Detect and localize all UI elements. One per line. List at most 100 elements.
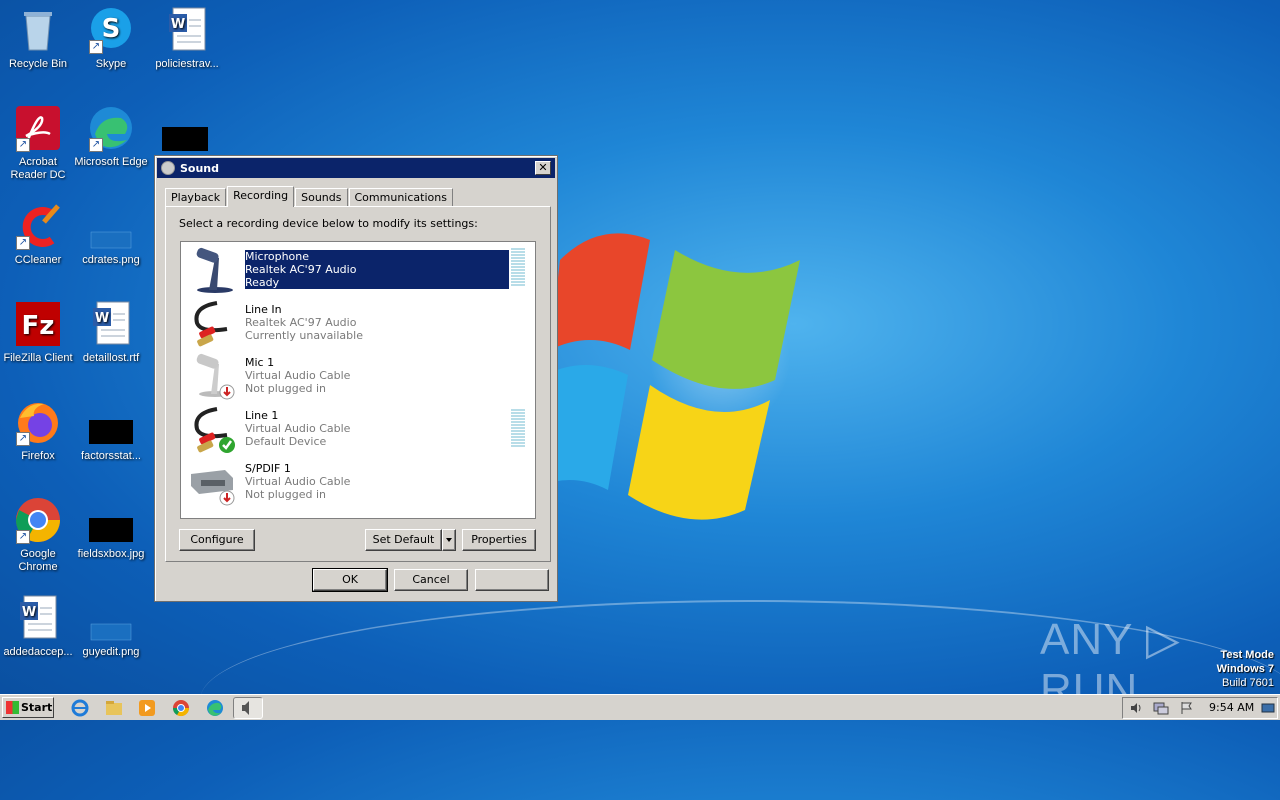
desktop-icon-cdrates[interactable]: cdrates.png <box>73 202 149 267</box>
tab-sounds[interactable]: Sounds <box>295 188 348 206</box>
device-driver: Virtual Audio Cable <box>245 422 351 435</box>
desktop-icon-label: policiestrav... <box>155 58 219 70</box>
volume-icon[interactable] <box>1129 701 1143 715</box>
device-text: Microphone Realtek AC'97 Audio Ready <box>245 250 509 289</box>
word-doc-icon: W <box>14 594 62 642</box>
chrome-icon: ↗ <box>14 496 62 544</box>
shortcut-arrow-icon: ↗ <box>89 40 103 54</box>
speaker-icon <box>161 161 175 175</box>
network-icon[interactable] <box>1153 701 1169 715</box>
desktop-icon-label: detaillost.rtf <box>82 352 140 364</box>
desktop-icon-guyedit[interactable]: guyedit.png <box>73 594 149 659</box>
device-text: Line In Realtek AC'97 Audio Currently un… <box>245 303 363 342</box>
properties-button[interactable]: Properties <box>462 529 536 551</box>
device-item-mic-1[interactable]: Mic 1 Virtual Audio Cable Not plugged in <box>183 350 533 403</box>
device-name: Mic 1 <box>245 356 275 369</box>
device-name: Microphone <box>245 250 310 263</box>
device-status: Not plugged in <box>245 488 327 501</box>
desktop-icon-label: FileZilla Client <box>3 352 73 364</box>
desktop-icon-filezilla[interactable]: Fz FileZilla Client <box>0 300 76 365</box>
action-center-flag-icon[interactable] <box>1179 701 1193 715</box>
show-desktop-icon[interactable] <box>1261 701 1275 715</box>
edge-icon: ↗ <box>87 104 135 152</box>
test-mode-line: Build 7601 <box>1222 677 1274 689</box>
tab-strip: Playback Recording Sounds Communications <box>165 186 454 207</box>
tab-communications[interactable]: Communications <box>348 188 453 206</box>
svg-text:Fz: Fz <box>22 311 55 341</box>
windows-logo <box>540 233 800 520</box>
set-default-dropdown-button[interactable] <box>442 529 456 551</box>
dialog-title: Sound <box>180 161 220 175</box>
level-meter <box>511 248 525 287</box>
internet-explorer-icon[interactable] <box>70 698 90 718</box>
desktop-icon-label: addedaccep... <box>3 646 73 658</box>
dialog-titlebar[interactable]: Sound ✕ <box>157 158 555 178</box>
chrome-icon[interactable] <box>171 698 191 718</box>
desktop-icon-recycle-bin[interactable]: Recycle Bin <box>0 6 76 71</box>
acrobat-icon: ↗ <box>14 104 62 152</box>
svg-text:W: W <box>95 311 109 326</box>
test-mode-text: Test Mode Windows 7 Build 7601 <box>1217 648 1274 690</box>
image-icon <box>87 594 135 642</box>
spdif-device-icon <box>191 470 235 506</box>
microphone-icon <box>196 247 233 293</box>
device-text: Line 1 Virtual Audio Cable Default Devic… <box>245 409 350 448</box>
desktop-icon-label: CCleaner <box>14 254 62 266</box>
device-status: Default Device <box>245 435 327 448</box>
desktop-icon-firefox[interactable]: ↗ Firefox <box>0 398 76 463</box>
firefox-icon: ↗ <box>14 398 62 446</box>
device-item-microphone[interactable]: Microphone Realtek AC'97 Audio Ready <box>183 244 533 297</box>
desktop-icon-ccleaner[interactable]: ↗ CCleaner <box>0 202 76 267</box>
desktop-icon-skype[interactable]: S ↗ Skype <box>73 6 149 71</box>
ok-button[interactable]: OK <box>312 568 388 592</box>
shortcut-arrow-icon: ↗ <box>16 236 30 250</box>
microphone-icon <box>196 353 235 400</box>
shortcut-arrow-icon: ↗ <box>89 138 103 152</box>
device-item-line-1[interactable]: Line 1 Virtual Audio Cable Default Devic… <box>183 403 533 456</box>
device-item-spdif-1[interactable]: S/PDIF 1 Virtual Audio Cable Not plugged… <box>183 456 533 509</box>
start-button[interactable]: Start <box>2 697 54 718</box>
device-item-line-in[interactable]: Line In Realtek AC'97 Audio Currently un… <box>183 297 533 350</box>
sound-taskbar-button[interactable] <box>233 697 263 719</box>
desktop-icon-detaillost[interactable]: W detaillost.rtf <box>73 300 149 365</box>
desktop-icon-edge[interactable]: ↗ Microsoft Edge <box>73 104 149 169</box>
ccleaner-icon: ↗ <box>14 202 62 250</box>
desktop-icon-label: Microsoft Edge <box>74 156 148 168</box>
set-default-button[interactable]: Set Default <box>365 529 442 551</box>
device-name: Line In <box>245 303 282 316</box>
desktop-icon-label: fieldsxbox.jpg <box>77 548 145 560</box>
edge-icon[interactable] <box>205 698 225 718</box>
desktop-icon-chrome[interactable]: ↗ Google Chrome <box>0 496 76 574</box>
configure-button[interactable]: Configure <box>179 529 255 551</box>
desktop-icon-policiestrav[interactable]: W policiestrav... <box>149 6 225 71</box>
desktop-icon-factorsstat[interactable]: factorsstat... <box>73 398 149 463</box>
desktop-icon-fieldsxbox[interactable]: fieldsxbox.jpg <box>73 496 149 561</box>
tab-recording[interactable]: Recording <box>227 186 295 207</box>
word-doc-icon: W <box>163 6 211 54</box>
word-doc-icon: W <box>87 300 135 348</box>
explorer-icon[interactable] <box>104 698 124 718</box>
sound-dialog: Sound ✕ Playback Recording Sounds Commun… <box>154 155 558 602</box>
cancel-button[interactable]: Cancel <box>394 569 468 591</box>
device-status: Ready <box>245 276 280 289</box>
line-in-cable-icon <box>194 301 228 347</box>
close-button[interactable]: ✕ <box>535 161 551 175</box>
svg-text:S: S <box>102 14 121 44</box>
desktop-icon-label: factorsstat... <box>81 450 141 462</box>
system-tray: 9:54 AM <box>1122 697 1278 719</box>
taskbar: Start 9:54 AM <box>0 694 1280 720</box>
desktop-icon-acrobat[interactable]: ↗ Acrobat Reader DC <box>0 104 76 182</box>
apply-button[interactable] <box>475 569 549 591</box>
sound-icon <box>242 701 249 715</box>
black-thumbnail <box>87 496 135 544</box>
clock[interactable]: 9:54 AM <box>1209 701 1254 714</box>
media-player-icon[interactable] <box>137 698 157 718</box>
black-thumbnail <box>87 398 135 446</box>
desktop-icon-addedaccep[interactable]: W addedaccep... <box>0 594 76 659</box>
device-name: S/PDIF 1 <box>245 462 291 475</box>
image-icon <box>87 202 135 250</box>
tab-playback[interactable]: Playback <box>165 188 227 206</box>
desktop-icon-label: guyedit.png <box>82 646 140 658</box>
svg-text:W: W <box>22 605 36 620</box>
chevron-down-icon <box>446 538 452 542</box>
